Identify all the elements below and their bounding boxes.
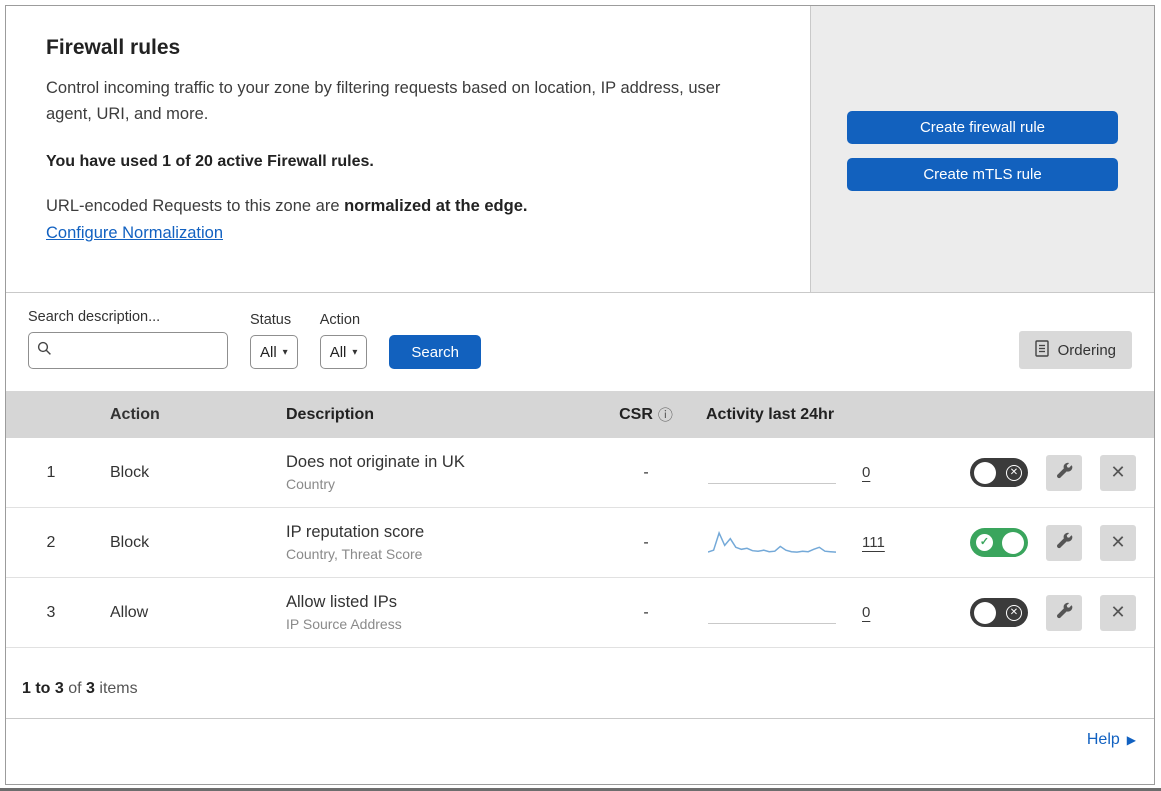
rule-description: Allow listed IPs	[286, 593, 397, 611]
activity-count-link[interactable]: 111	[862, 534, 885, 551]
rule-action: Block	[110, 533, 150, 551]
page-description: Control incoming traffic to your zone by…	[46, 79, 721, 123]
toggle-knob	[974, 601, 996, 624]
actions-panel: Create firewall rule Create mTLS rule	[811, 6, 1154, 292]
activity-sparkline-empty	[708, 598, 836, 628]
intro-block: Firewall rules Control incoming traffic …	[6, 6, 811, 292]
usage-summary: You have used 1 of 20 active Firewall ru…	[46, 153, 374, 171]
delete-rule-button[interactable]: ✕	[1100, 594, 1136, 631]
pagination-of: of	[63, 680, 87, 697]
status-dropdown[interactable]: All ▾	[250, 335, 298, 369]
rule-fields: Country	[286, 476, 336, 492]
enable-toggle[interactable]: ✓	[970, 528, 1028, 557]
toggle-off-icon: ✕	[1006, 464, 1022, 481]
table-row: 3 Allow Allow listed IPs IP Source Addre…	[6, 578, 1154, 648]
rule-fields: IP Source Address	[286, 616, 402, 632]
help-link[interactable]: Help ▶	[1087, 731, 1136, 749]
activity-count-link[interactable]: 0	[862, 464, 870, 481]
csr-column-label: CSR	[619, 405, 653, 423]
description-column-header: Description	[286, 405, 375, 423]
rule-action: Block	[110, 463, 150, 481]
arrow-right-icon: ▶	[1126, 733, 1136, 747]
ordering-button[interactable]: Ordering	[1018, 331, 1132, 369]
search-description-field[interactable]	[28, 332, 257, 369]
toggle-knob	[1002, 531, 1024, 554]
delete-rule-button[interactable]: ✕	[1100, 454, 1136, 491]
normalization-note-text: URL-encoded Requests to this zone are	[46, 197, 345, 216]
chevron-down-icon: ▾	[352, 346, 358, 358]
pagination-range: 1 to 3	[22, 680, 64, 697]
normalization-note-bold: normalized at the edge.	[344, 197, 528, 216]
activity-column-header: Activity last 24hr	[706, 405, 835, 423]
rule-priority: 1	[46, 463, 56, 481]
edit-rule-button[interactable]	[1046, 524, 1082, 561]
wrench-icon	[1056, 532, 1073, 554]
chevron-down-icon: ▾	[282, 346, 288, 358]
action-label: Action	[319, 312, 361, 328]
action-dropdown-value: All	[329, 343, 347, 361]
action-dropdown[interactable]: All ▾	[319, 335, 368, 369]
status-dropdown-value: All	[260, 343, 277, 361]
activity-sparkline	[708, 528, 836, 558]
enable-toggle[interactable]: ✕	[970, 458, 1028, 487]
search-button[interactable]: Search	[389, 335, 481, 369]
search-description-label: Search description...	[28, 309, 161, 325]
rule-action: Allow	[110, 603, 149, 621]
table-row: 2 Block IP reputation score Country, Thr…	[6, 508, 1154, 578]
search-icon	[37, 341, 52, 361]
edit-rule-button[interactable]	[1046, 454, 1082, 491]
pagination-items: items	[94, 680, 138, 697]
firewall-rules-panel: Firewall rules Control incoming traffic …	[5, 5, 1155, 785]
activity-sparkline-empty	[708, 458, 836, 488]
configure-normalization-link[interactable]: Configure Normalization	[46, 224, 223, 243]
toggle-off-icon: ✕	[1006, 604, 1022, 621]
create-firewall-rule-button[interactable]: Create firewall rule	[847, 111, 1118, 144]
status-label: Status	[250, 312, 292, 328]
info-icon[interactable]: ⓘ	[658, 404, 673, 425]
rule-csr-value: -	[643, 603, 649, 621]
action-column-header: Action	[110, 405, 160, 423]
list-document-icon	[1034, 339, 1049, 361]
ordering-button-label: Ordering	[1057, 341, 1116, 359]
table-header: Action Description CSR ⓘ Activity last 2…	[6, 391, 1154, 438]
table-row: 1 Block Does not originate in UK Country…	[6, 438, 1154, 508]
wrench-icon	[1056, 462, 1073, 484]
activity-count-link[interactable]: 0	[862, 604, 870, 621]
enable-toggle[interactable]: ✕	[970, 598, 1028, 627]
pagination-summary: 1 to 3 of 3 items	[6, 648, 1154, 719]
close-icon: ✕	[1110, 602, 1126, 622]
rule-priority: 3	[46, 603, 56, 621]
normalization-note: URL-encoded Requests to this zone are no…	[46, 197, 770, 216]
close-icon: ✕	[1110, 462, 1126, 482]
help-link-label: Help	[1086, 731, 1120, 748]
rule-priority: 2	[46, 533, 56, 551]
rule-description: Does not originate in UK	[286, 453, 465, 471]
close-icon: ✕	[1110, 532, 1126, 552]
filter-bar: Search description... Status All ▾ Actio…	[6, 293, 1154, 391]
search-description-input[interactable]	[58, 342, 257, 359]
pagination-total: 3	[86, 680, 95, 697]
header-section: Firewall rules Control incoming traffic …	[6, 6, 1154, 293]
rule-csr-value: -	[643, 463, 649, 481]
rule-description: IP reputation score	[286, 523, 425, 541]
rule-fields: Country, Threat Score	[286, 546, 423, 562]
create-mtls-rule-button[interactable]: Create mTLS rule	[847, 158, 1118, 191]
toggle-on-icon: ✓	[976, 534, 993, 551]
edit-rule-button[interactable]	[1046, 594, 1082, 631]
csr-column-header: CSR ⓘ	[596, 404, 696, 425]
toggle-knob	[974, 461, 996, 484]
page-title: Firewall rules	[46, 36, 181, 59]
help-row: Help ▶	[6, 719, 1154, 761]
wrench-icon	[1056, 602, 1073, 624]
rule-csr-value: -	[643, 533, 649, 551]
delete-rule-button[interactable]: ✕	[1100, 524, 1136, 561]
